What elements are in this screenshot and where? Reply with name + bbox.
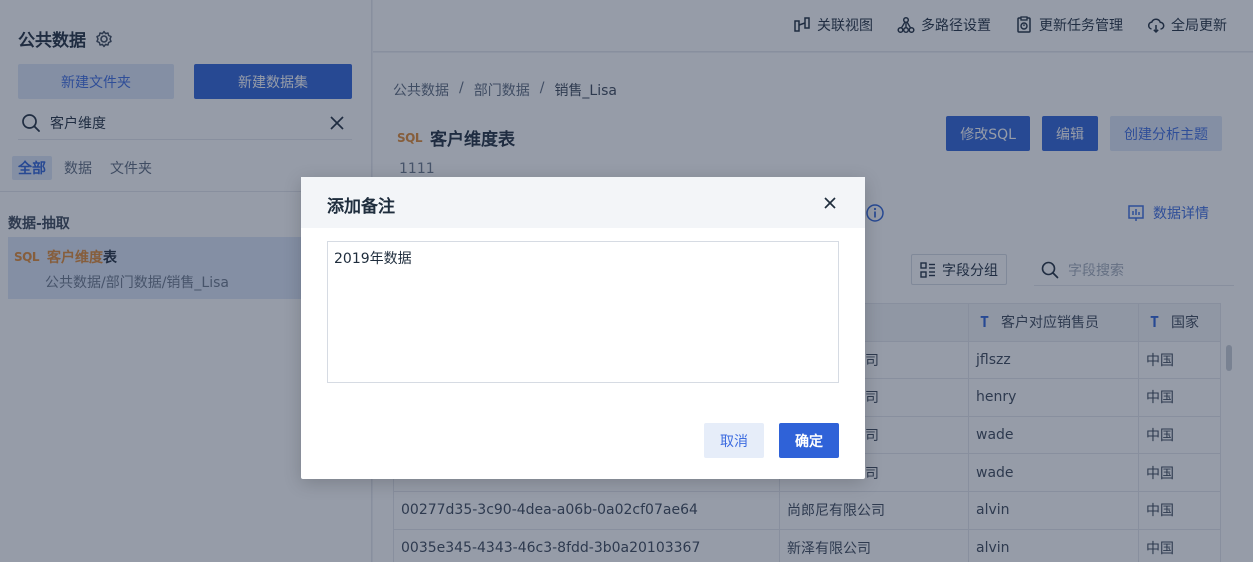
close-icon[interactable] [821, 194, 839, 212]
add-note-dialog: 添加备注 2019年数据 取消 确定 [301, 177, 865, 479]
confirm-button[interactable]: 确定 [779, 423, 839, 458]
dialog-title: 添加备注 [327, 197, 395, 217]
note-textarea[interactable]: 2019年数据 [327, 241, 839, 383]
cancel-button[interactable]: 取消 [704, 423, 764, 458]
dialog-buttons: 取消 确定 [704, 423, 839, 458]
dialog-header: 添加备注 [301, 177, 865, 228]
